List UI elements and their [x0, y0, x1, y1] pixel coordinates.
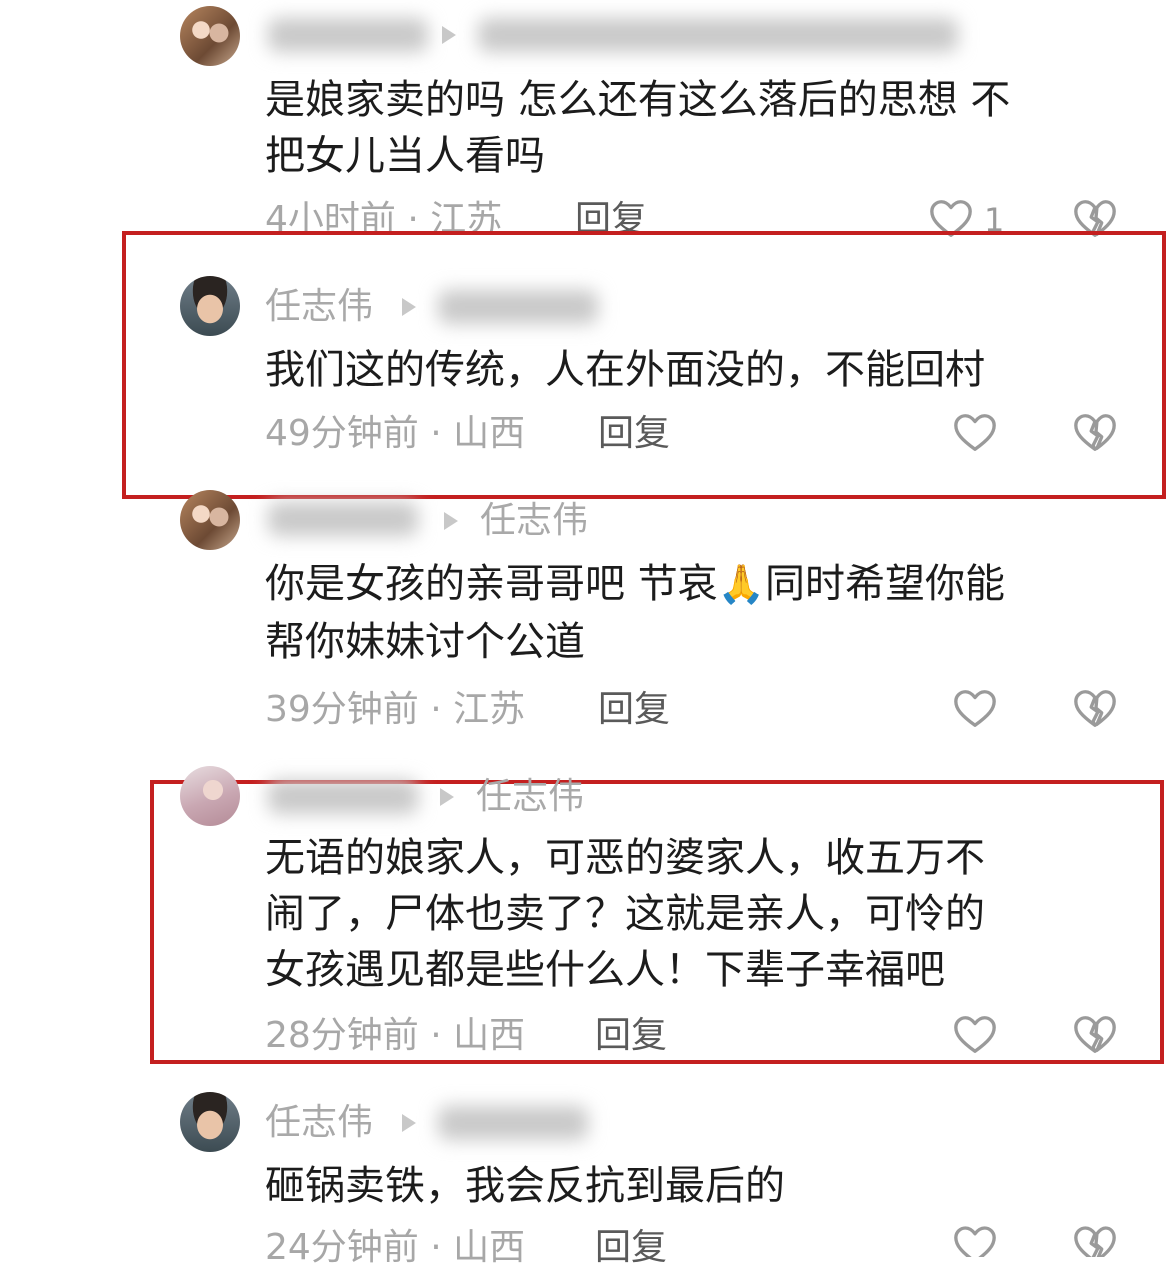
comment-text-line: 你是女孩的亲哥哥吧 节哀🙏同时希望你能 — [265, 556, 1005, 612]
comment-meta: 49分钟前 · 山西 — [265, 413, 526, 454]
comment-meta: 24分钟前 · 山西 — [265, 1227, 526, 1268]
comment-text-line: 帮你妹妹讨个公道 — [265, 619, 585, 665]
username-blurred[interactable] — [268, 18, 428, 52]
target-username-blurred[interactable] — [478, 18, 958, 52]
reply-arrow-icon — [444, 512, 458, 530]
username-blurred[interactable] — [268, 502, 418, 536]
comment-text-line: 是娘家卖的吗 怎么还有这么落后的思想 不 — [265, 77, 1011, 123]
comment-meta: 39分钟前 · 江苏 — [265, 689, 526, 730]
reply-button[interactable]: 回复 — [598, 688, 670, 732]
heart-outline-icon[interactable] — [952, 410, 998, 456]
pray-emoji-icon: 🙏 — [717, 562, 766, 606]
target-username[interactable]: 任志伟 — [476, 776, 584, 818]
reply-arrow-icon — [402, 1114, 416, 1132]
reply-arrow-icon — [442, 26, 456, 44]
username[interactable]: 任志伟 — [265, 286, 373, 328]
comment-text-line: 闹了，尸体也卖了？这就是亲人，可怜的 — [265, 891, 985, 937]
avatar[interactable] — [180, 1092, 240, 1152]
comment-text-line: 无语的娘家人，可恶的婆家人，收五万不 — [265, 835, 985, 881]
avatar[interactable] — [180, 766, 240, 826]
broken-heart-icon[interactable] — [1072, 1012, 1118, 1058]
username[interactable]: 任志伟 — [265, 1102, 373, 1144]
username-blurred[interactable] — [268, 780, 418, 814]
target-username-blurred[interactable] — [438, 1106, 588, 1140]
reply-arrow-icon — [402, 298, 416, 316]
comment-text-line: 我们这的传统，人在外面没的，不能回村 — [265, 347, 985, 393]
avatar[interactable] — [180, 490, 240, 550]
comment-text-line: 砸锅卖铁，我会反抗到最后的 — [265, 1163, 785, 1209]
heart-outline-icon[interactable] — [952, 1222, 998, 1257]
reply-button[interactable]: 回复 — [595, 1014, 667, 1058]
target-username[interactable]: 任志伟 — [480, 500, 588, 542]
reply-arrow-icon — [440, 788, 454, 806]
broken-heart-icon[interactable] — [1072, 410, 1118, 456]
comment-text-line: 把女儿当人看吗 — [265, 133, 545, 179]
comment-text-part: 你是女孩的亲哥哥吧 节哀 — [265, 561, 718, 607]
reply-button[interactable]: 回复 — [595, 1226, 667, 1270]
comment-meta: 28分钟前 · 山西 — [265, 1015, 526, 1056]
reply-button[interactable]: 回复 — [598, 412, 670, 456]
avatar[interactable] — [180, 276, 240, 336]
heart-outline-icon[interactable] — [952, 1012, 998, 1058]
comment-text-line: 女孩遇见都是些什么人！下辈子幸福吧 — [265, 947, 945, 993]
broken-heart-icon[interactable] — [1072, 1222, 1118, 1257]
broken-heart-icon[interactable] — [1072, 686, 1118, 732]
heart-outline-icon[interactable] — [952, 686, 998, 732]
comment-text-part: 同时希望你能 — [765, 561, 1006, 607]
avatar[interactable] — [180, 6, 240, 66]
target-username-blurred[interactable] — [438, 290, 598, 324]
